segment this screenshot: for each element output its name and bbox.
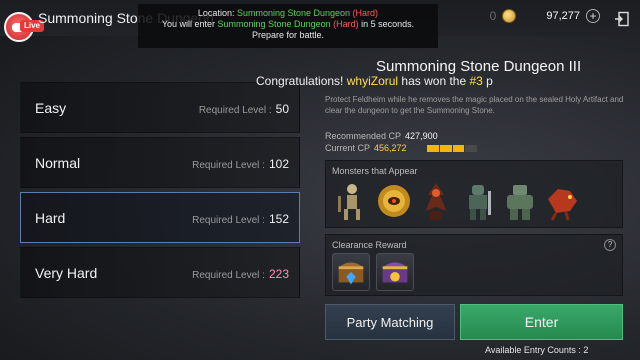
golden-orb-icon[interactable] bbox=[376, 181, 412, 221]
required-level: Required Level :223 bbox=[192, 267, 289, 281]
difficulty-very-hard[interactable]: Very Hard Required Level :223 bbox=[20, 247, 300, 298]
difficulty-normal[interactable]: Normal Required Level :102 bbox=[20, 137, 300, 188]
gold-value: 97,277 bbox=[546, 10, 580, 22]
stone-golem-icon[interactable] bbox=[502, 181, 538, 221]
monsters-label: Monsters that Appear bbox=[332, 166, 418, 176]
required-level: Required Level :50 bbox=[198, 102, 289, 116]
reward-label: Clearance Reward bbox=[332, 240, 407, 250]
skeleton-warrior-icon[interactable] bbox=[334, 181, 370, 221]
reward-panel: Clearance Reward ? bbox=[325, 234, 623, 296]
armored-knight-icon[interactable] bbox=[460, 181, 496, 221]
cp-gauge-segment bbox=[427, 145, 439, 152]
fire-demon-icon[interactable] bbox=[418, 181, 454, 221]
monsters-panel: Monsters that Appear bbox=[325, 160, 623, 228]
difficulty-name: Hard bbox=[35, 210, 66, 226]
difficulty-easy[interactable]: Easy Required Level :50 bbox=[20, 82, 300, 133]
notice-line-1: Location: Summoning Stone Dungeon (Hard) bbox=[197, 8, 379, 18]
currency-bar: 0 97,277 + bbox=[490, 9, 600, 23]
live-stream-icon[interactable]: Live bbox=[4, 6, 45, 50]
recommended-cp: Recommended CP 427,900 bbox=[325, 131, 438, 141]
notice-line-2: You will enter Summoning Stone Dungeon (… bbox=[161, 19, 415, 29]
congratulations-banner: Congratulations! whyiZorul has won the #… bbox=[256, 74, 493, 88]
dungeon-title: Summoning Stone Dungeon III bbox=[376, 58, 582, 75]
difficulty-name: Normal bbox=[35, 155, 81, 171]
help-icon[interactable]: ? bbox=[604, 239, 616, 251]
cp-gauge-segment bbox=[452, 145, 465, 152]
party-matching-button[interactable]: Party Matching bbox=[325, 304, 455, 340]
exit-icon[interactable] bbox=[614, 11, 630, 27]
cp-gauge bbox=[427, 145, 477, 152]
add-currency-icon[interactable]: + bbox=[586, 9, 600, 23]
required-level: Required Level :152 bbox=[192, 212, 289, 226]
treasure-chest-purple-icon[interactable] bbox=[376, 253, 414, 291]
monster-list bbox=[334, 181, 580, 221]
difficulty-name: Easy bbox=[35, 100, 67, 116]
difficulty-name: Very Hard bbox=[35, 265, 98, 281]
enter-button[interactable]: Enter bbox=[460, 304, 623, 340]
red-beast-icon[interactable] bbox=[544, 181, 580, 221]
entry-count: Available Entry Counts : 2 bbox=[485, 345, 589, 355]
treasure-chest-blue-icon[interactable] bbox=[332, 253, 370, 291]
location-notice: Location: Summoning Stone Dungeon (Hard)… bbox=[138, 4, 438, 48]
difficulty-hard[interactable]: Hard Required Level :152 bbox=[20, 192, 300, 243]
current-cp: Current CP 456,272 bbox=[325, 143, 407, 153]
cp-gauge-segment bbox=[439, 145, 452, 152]
cp-gauge-segment bbox=[465, 145, 477, 152]
required-level: Required Level :102 bbox=[192, 157, 289, 171]
notice-line-3: Prepare for battle. bbox=[251, 30, 325, 40]
reward-list bbox=[332, 253, 414, 291]
gold-coin-icon bbox=[502, 9, 517, 23]
difficulty-list: Easy Required Level :50 Normal Required … bbox=[20, 82, 300, 302]
secondary-currency-value: 0 bbox=[489, 9, 497, 23]
dungeon-description: Protect Feldheim while he removes the ma… bbox=[325, 95, 624, 115]
